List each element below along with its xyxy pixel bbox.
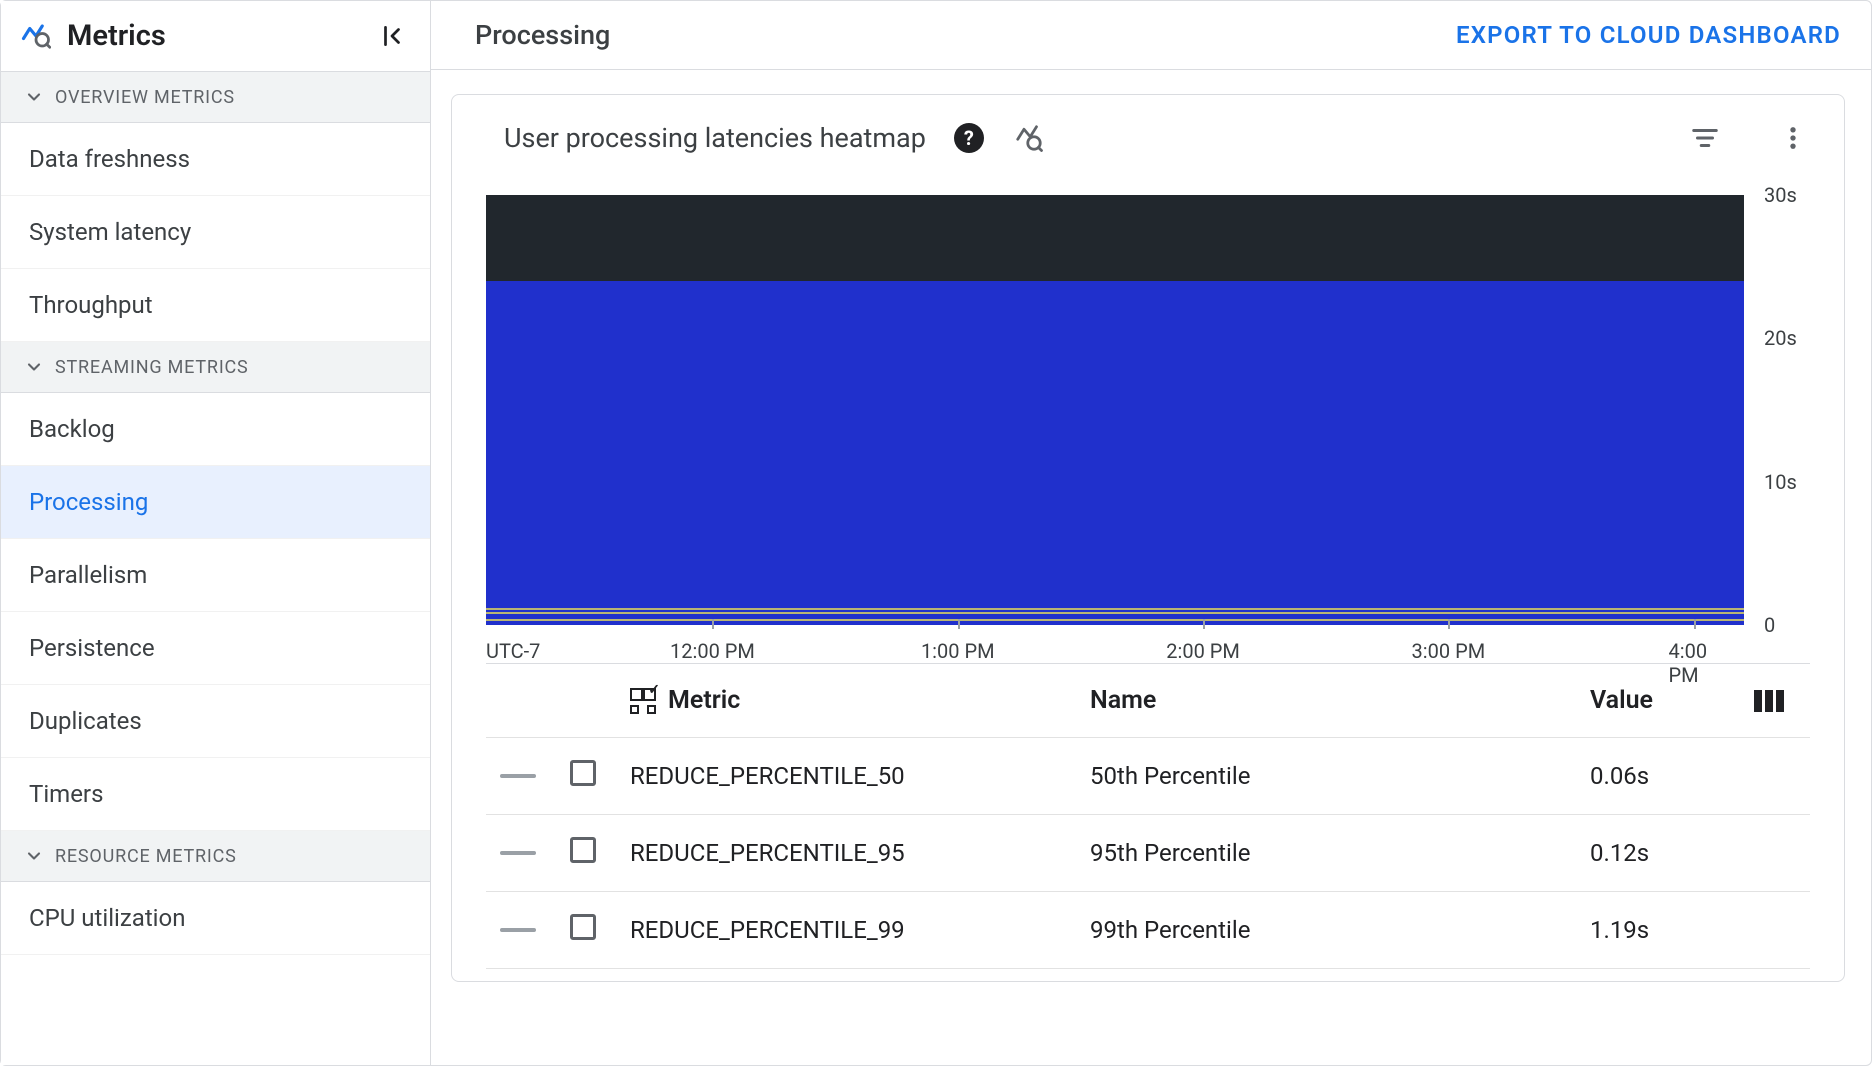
legend-swatch — [500, 774, 536, 778]
table-row[interactable]: REDUCE_PERCENTILE_9999th Percentile1.19s — [486, 892, 1810, 969]
heatmap-chart[interactable]: UTC-712:00 PM1:00 PM2:00 PM3:00 PM4:00 P… — [486, 195, 1810, 625]
help-circle-icon[interactable]: ? — [954, 123, 984, 153]
x-axis-tick-label: 4:00 PM — [1669, 639, 1719, 687]
column-header-metric[interactable]: Metric — [668, 686, 740, 715]
metrics-explorer-icon[interactable] — [1012, 121, 1046, 155]
row-checkbox[interactable] — [570, 760, 596, 786]
sidebar-title: Metrics — [67, 19, 360, 53]
sidebar-item-timers[interactable]: Timers — [1, 758, 430, 831]
cell-metric: REDUCE_PERCENTILE_50 — [630, 762, 1090, 790]
cell-name: 99th Percentile — [1090, 916, 1590, 944]
sidebar-header: Metrics — [1, 1, 430, 72]
chevron-down-icon — [23, 356, 45, 378]
sidebar-item-processing[interactable]: Processing — [1, 466, 430, 539]
sidebar-section-label: STREAMING METRICS — [55, 357, 249, 378]
heatmap-band — [486, 281, 1744, 625]
overlay-line-p95 — [486, 612, 1744, 614]
legend-swatch — [500, 851, 536, 855]
y-axis-tick-label: 20s — [1764, 326, 1797, 350]
legend-swatch — [500, 928, 536, 932]
column-header-name[interactable]: Name — [1090, 686, 1590, 715]
sidebar: Metrics OVERVIEW METRICS Data freshnessSy… — [1, 1, 431, 1065]
column-header-value[interactable]: Value — [1590, 686, 1754, 715]
main: Processing EXPORT TO CLOUD DASHBOARD Use… — [431, 1, 1871, 1065]
cell-metric: REDUCE_PERCENTILE_99 — [630, 916, 1090, 944]
main-header: Processing EXPORT TO CLOUD DASHBOARD — [431, 1, 1871, 70]
cell-value: 0.12s — [1590, 839, 1754, 867]
percentile-table: ✓ Metric Name Value REDUCE_PERCENTILE_50… — [486, 664, 1810, 969]
x-axis-tick-label: 2:00 PM — [1166, 639, 1240, 663]
sidebar-section-header[interactable]: OVERVIEW METRICS — [1, 72, 430, 123]
sidebar-item-cpu-utilization[interactable]: CPU utilization — [1, 882, 430, 955]
grid-toggle-icon[interactable]: ✓ — [630, 688, 656, 714]
x-axis-tick-label: 12:00 PM — [670, 639, 755, 663]
cell-metric: REDUCE_PERCENTILE_95 — [630, 839, 1090, 867]
cell-value: 1.19s — [1590, 916, 1754, 944]
more-vert-icon[interactable] — [1776, 121, 1810, 155]
table-header-row: ✓ Metric Name Value — [486, 664, 1810, 738]
sidebar-item-parallelism[interactable]: Parallelism — [1, 539, 430, 612]
sidebar-section-header[interactable]: STREAMING METRICS — [1, 342, 430, 393]
sidebar-section-header[interactable]: RESOURCE METRICS — [1, 831, 430, 882]
export-to-cloud-dashboard-button[interactable]: EXPORT TO CLOUD DASHBOARD — [1456, 21, 1841, 49]
x-axis-tick-label: 1:00 PM — [921, 639, 995, 663]
sidebar-item-duplicates[interactable]: Duplicates — [1, 685, 430, 758]
page-title: Processing — [475, 19, 610, 51]
sidebar-item-throughput[interactable]: Throughput — [1, 269, 430, 342]
sidebar-item-backlog[interactable]: Backlog — [1, 393, 430, 466]
cell-name: 95th Percentile — [1090, 839, 1590, 867]
sidebar-item-system-latency[interactable]: System latency — [1, 196, 430, 269]
metrics-logo-icon — [21, 21, 51, 51]
overlay-line-p99 — [486, 608, 1744, 610]
cell-name: 50th Percentile — [1090, 762, 1590, 790]
y-axis-tick-label: 10s — [1764, 470, 1797, 494]
table-row[interactable]: REDUCE_PERCENTILE_9595th Percentile0.12s — [486, 815, 1810, 892]
latency-heatmap-card: User processing latencies heatmap ? — [451, 94, 1845, 982]
y-axis-tick-label: 0 — [1764, 613, 1775, 637]
chevron-down-icon — [23, 86, 45, 108]
y-axis-tick-label: 30s — [1764, 183, 1797, 207]
cell-value: 0.06s — [1590, 762, 1754, 790]
chart-title: User processing latencies heatmap — [504, 122, 926, 154]
table-row[interactable]: REDUCE_PERCENTILE_5050th Percentile0.06s — [486, 738, 1810, 815]
heatmap-band — [486, 195, 1744, 281]
sidebar-section-label: RESOURCE METRICS — [55, 846, 237, 867]
sidebar-section-label: OVERVIEW METRICS — [55, 87, 235, 108]
sidebar-item-persistence[interactable]: Persistence — [1, 612, 430, 685]
row-checkbox[interactable] — [570, 914, 596, 940]
x-axis-tick-label: 3:00 PM — [1412, 639, 1486, 663]
row-checkbox[interactable] — [570, 837, 596, 863]
filter-icon[interactable] — [1688, 121, 1722, 155]
x-axis-timezone-label: UTC-7 — [486, 639, 540, 663]
chevron-down-icon — [23, 845, 45, 867]
column-picker-icon[interactable] — [1754, 690, 1806, 712]
collapse-sidebar-button[interactable] — [376, 20, 408, 52]
sidebar-item-data-freshness[interactable]: Data freshness — [1, 123, 430, 196]
